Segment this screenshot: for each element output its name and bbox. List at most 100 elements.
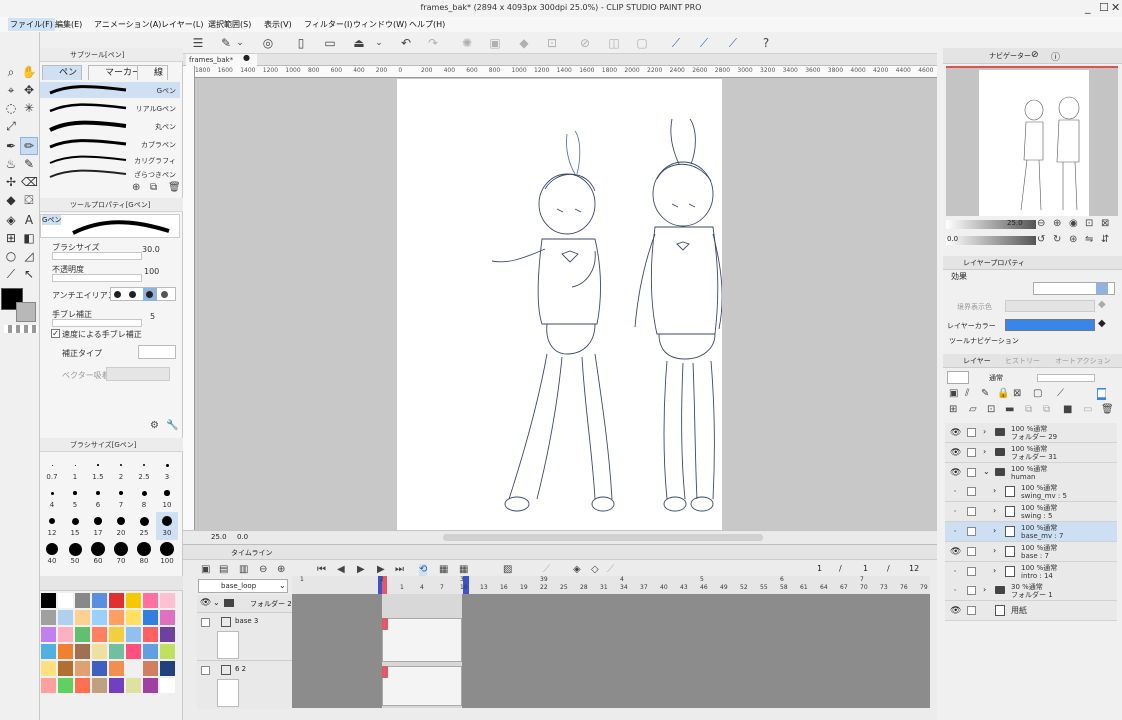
chevron-right-icon[interactable]: › — [983, 585, 986, 594]
object-icon[interactable]: ↖ — [21, 266, 37, 282]
layer-row[interactable]: · › 100 %通常 base_mv : 7 — [945, 522, 1117, 542]
brush-item[interactable]: リアルGペン — [40, 100, 180, 116]
chevron-right-icon[interactable]: › — [993, 526, 996, 535]
snap-grid-icon[interactable]: ⟋ — [726, 36, 740, 50]
layer-select-checkbox[interactable] — [967, 447, 976, 457]
brush-size-option[interactable]: 5 — [64, 484, 86, 512]
delete-subtool-icon[interactable]: 🗑 — [168, 182, 181, 194]
color-swatch[interactable] — [109, 678, 124, 693]
brush-item[interactable]: ざらつきペン — [40, 166, 180, 182]
chevron-right-icon[interactable]: › — [983, 447, 986, 456]
eye-icon[interactable]: 👁 — [950, 448, 961, 458]
clear-outside-icon[interactable]: ▣ — [488, 36, 502, 50]
paper-layer-row[interactable]: 👁 用紙 — [945, 601, 1117, 622]
cel-block[interactable] — [382, 618, 462, 662]
tab-auto-action[interactable]: オートアクション — [1055, 356, 1111, 366]
layer-select-checkbox[interactable] — [967, 546, 976, 556]
color-swatch[interactable] — [143, 627, 158, 642]
draft-layer-icon[interactable]: ✎ — [981, 388, 989, 400]
layer-color-field[interactable] — [1005, 319, 1095, 331]
layer-select-checkbox[interactable] — [967, 467, 976, 477]
color-swatch[interactable] — [126, 610, 141, 625]
eye-icon[interactable]: 👁 — [950, 428, 961, 438]
menu-filter[interactable]: フィルター(I) — [304, 19, 352, 30]
frame-icon[interactable]: ⊞ — [3, 230, 19, 246]
ruler-layer-icon[interactable]: ⟋ — [1057, 388, 1064, 400]
color-swatch[interactable] — [160, 610, 175, 625]
transfer-down-icon[interactable]: ⧉ — [1025, 404, 1032, 416]
color-swatch[interactable] — [58, 627, 73, 642]
info-tab-icon[interactable]: ⓘ — [1051, 50, 1060, 63]
line-correct-icon[interactable]: ⟋ — [3, 266, 19, 282]
sub-view-tab-icon[interactable]: ⊘ — [1031, 50, 1039, 60]
rotation-value[interactable]: 0.0 — [237, 533, 248, 541]
brush-size-option[interactable]: 15 — [64, 512, 86, 540]
brush-size-option[interactable]: 25 — [133, 512, 155, 540]
fill-bucket-icon[interactable]: ◆ — [1098, 318, 1106, 329]
brush-size-option[interactable]: 0.7 — [41, 456, 63, 484]
gradient-icon[interactable]: ◈ — [3, 212, 19, 228]
color-swatch[interactable] — [92, 610, 107, 625]
color-swatch[interactable] — [92, 661, 107, 676]
brush-icon[interactable]: ♨ — [3, 156, 19, 172]
color-swatch[interactable] — [160, 644, 175, 659]
color-swatch[interactable] — [41, 610, 56, 625]
fill-bucket-icon[interactable]: ◆ — [1098, 299, 1106, 310]
undo-icon[interactable]: ↶ — [399, 36, 413, 50]
color-swatch[interactable] — [92, 593, 107, 608]
chevron-right-icon[interactable]: › — [993, 486, 996, 495]
lock-icon[interactable]: 🔒 — [997, 388, 1009, 400]
navigator-tab[interactable]: ナビゲーター — [989, 51, 1031, 61]
cel-block[interactable] — [382, 666, 462, 706]
create-mask-icon[interactable]: ■ — [1063, 404, 1072, 416]
opacity-value[interactable]: 100 — [144, 267, 159, 276]
color-swatch[interactable] — [143, 644, 158, 659]
color-swatch[interactable] — [58, 610, 73, 625]
color-swatch[interactable] — [143, 610, 158, 625]
chevron-right-icon[interactable]: › — [993, 506, 996, 515]
airbrush-icon[interactable]: ✎ — [21, 156, 37, 172]
move-icon[interactable]: ✥ — [21, 82, 37, 98]
brush-size-option[interactable]: 80 — [133, 540, 155, 568]
brush-size-option[interactable]: 10 — [156, 484, 178, 512]
play-icon[interactable]: ▶ — [357, 564, 365, 576]
tab-line[interactable]: 線 — [137, 65, 169, 80]
layer-row[interactable]: · › 100 %通常 intro : 14 — [945, 561, 1117, 582]
color-swatch[interactable] — [41, 644, 56, 659]
help-icon[interactable]: ? — [759, 36, 773, 50]
color-swatch[interactable] — [160, 678, 175, 693]
effect-buttons[interactable] — [1033, 282, 1115, 295]
eye-icon[interactable]: 👁 — [950, 547, 961, 557]
onion-skin-icon[interactable]: ▨ — [503, 564, 512, 576]
color-swatch[interactable] — [58, 644, 73, 659]
brush-size-option[interactable]: 6 — [87, 484, 109, 512]
layer-select-checkbox[interactable] — [967, 527, 976, 536]
tab-pen[interactable]: ペン — [42, 65, 83, 80]
fill-bucket-icon[interactable]: ⛋ — [21, 192, 37, 208]
figure-icon[interactable]: ○ — [3, 248, 19, 264]
next-frame-icon[interactable]: ▶ — [377, 564, 385, 576]
auto-select-icon[interactable]: ✳ — [21, 100, 37, 116]
invert-selection-icon[interactable]: ◫ — [607, 36, 621, 50]
blend-icon[interactable]: ◆ — [3, 192, 19, 208]
snap-ruler-icon[interactable]: ⟋ — [669, 36, 683, 50]
tab-history[interactable]: ヒストリー — [1005, 356, 1040, 366]
brush-size-option[interactable]: 40 — [41, 540, 63, 568]
color-swatch[interactable] — [109, 661, 124, 676]
zoom-in-icon[interactable]: ⊕ — [277, 564, 285, 576]
apply-mask-icon[interactable]: ▭ — [1083, 404, 1092, 416]
layer-row[interactable]: 👁 › 100 %通常 フォルダー 31 — [945, 442, 1117, 463]
redo-icon[interactable]: ↷ — [426, 36, 440, 50]
balloon-icon[interactable]: ◧ — [21, 230, 37, 246]
color-swatch[interactable] — [126, 644, 141, 659]
maximize-button[interactable]: ☐ — [1099, 1, 1109, 14]
chevron-down-icon[interactable]: ⌄ — [233, 36, 247, 50]
nav-zoom-value[interactable]: 25.0 — [1007, 219, 1023, 227]
color-swatch[interactable] — [109, 644, 124, 659]
color-swatch[interactable] — [75, 661, 90, 676]
lock-transparent-icon[interactable]: ⊠ — [1013, 388, 1021, 400]
reset-rotation-icon[interactable]: ⊛ — [1069, 234, 1077, 246]
brush-size-option[interactable]: 8 — [133, 484, 155, 512]
nav-rotation-slider[interactable] — [946, 236, 1036, 245]
transparent-color-swatch[interactable] — [4, 325, 38, 333]
